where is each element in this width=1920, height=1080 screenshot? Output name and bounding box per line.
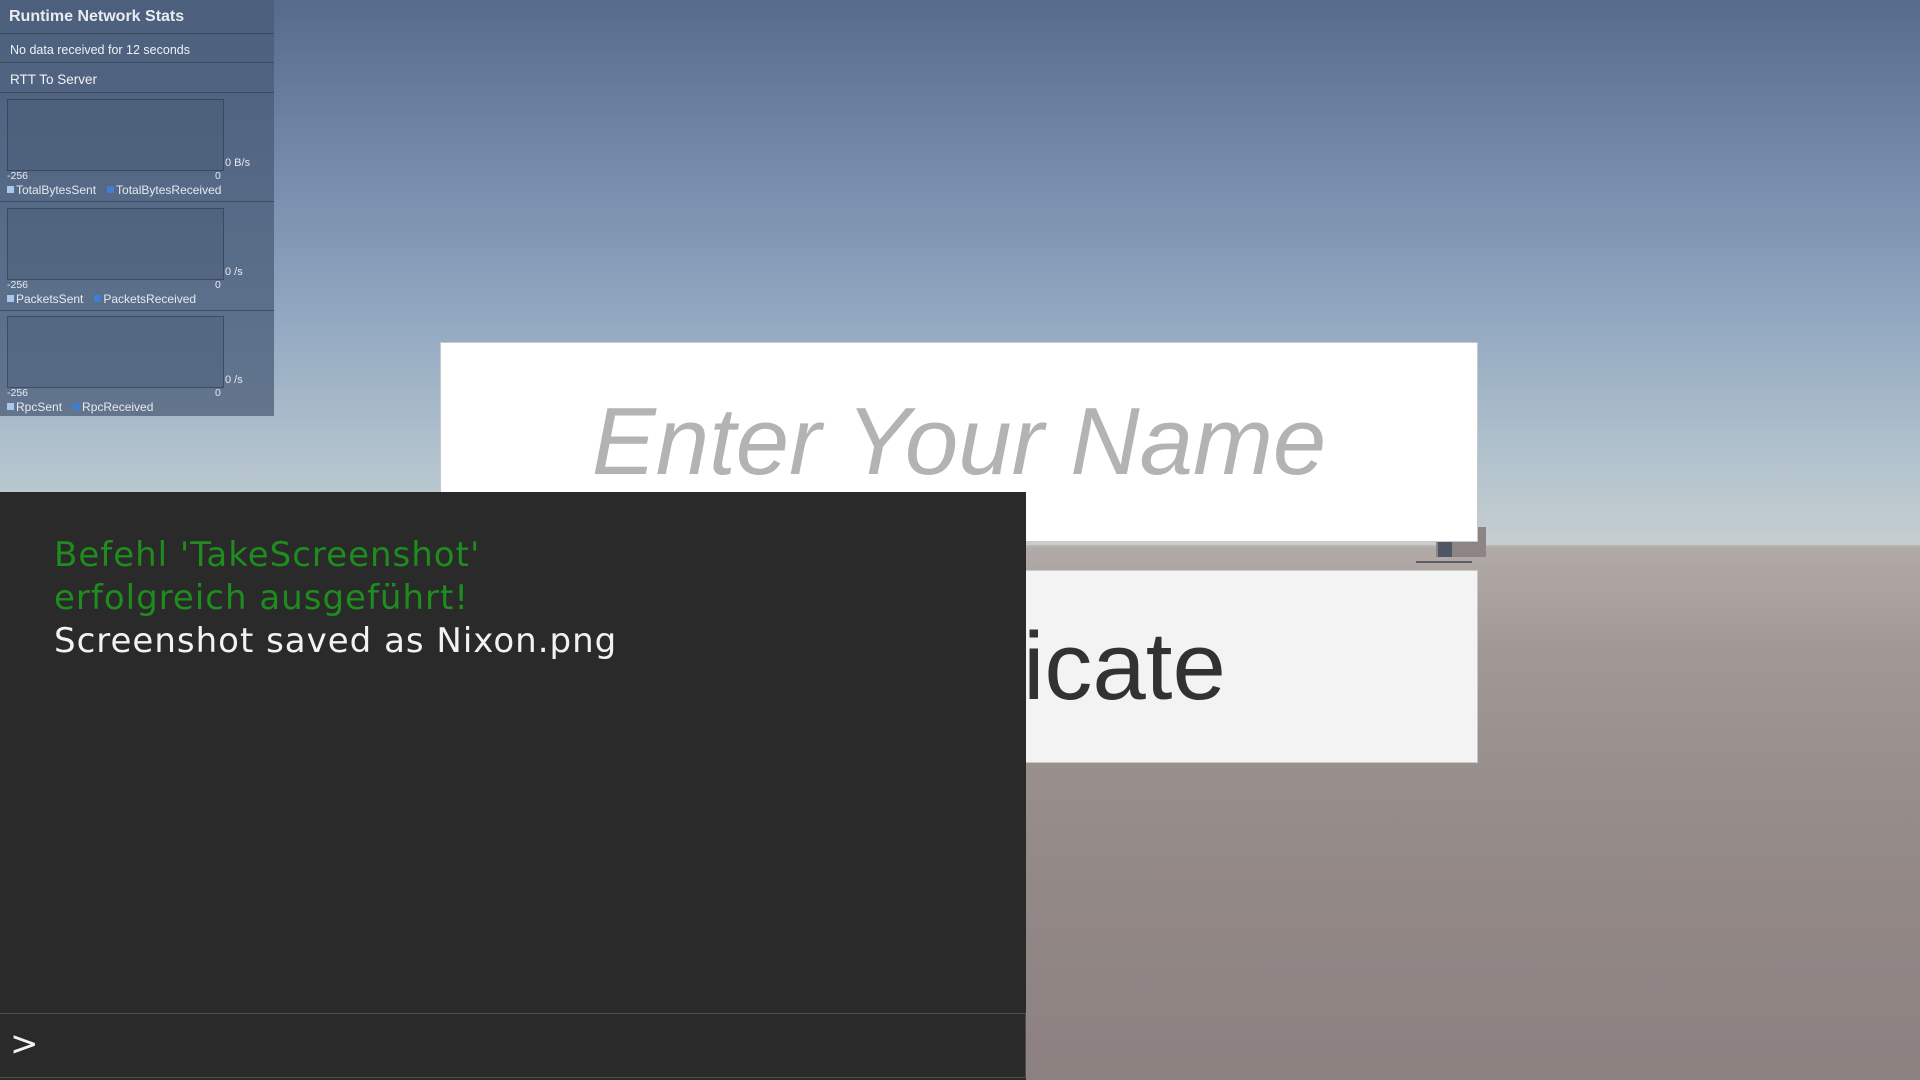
legend-item: TotalBytesReceived — [107, 183, 221, 197]
legend-swatch — [107, 186, 115, 193]
scene-object-shadow-side — [1438, 540, 1452, 557]
legend-label: RpcReceived — [82, 400, 154, 414]
legend-label: PacketsReceived — [103, 292, 197, 306]
rtt-label: RTT To Server — [10, 72, 98, 87]
bytes-graph — [7, 99, 224, 171]
bytes-graph-min-label: -256 — [7, 170, 29, 182]
divider — [0, 310, 274, 311]
legend-swatch — [7, 403, 14, 410]
console-line: Befehl 'TakeScreenshot' — [54, 535, 481, 575]
divider — [0, 33, 274, 34]
legend-swatch — [73, 403, 81, 410]
legend-item: RpcReceived — [73, 400, 153, 414]
legend-swatch — [94, 295, 102, 302]
rpc-graph-unit: 0 /s — [225, 374, 243, 386]
console-line: erfolgreich ausgeführt! — [54, 578, 469, 618]
legend-item: RpcSent — [7, 400, 62, 414]
bytes-graph-max-label: 0 — [215, 170, 221, 182]
packets-graph-max-label: 0 — [215, 279, 221, 291]
stats-status-text: No data received for 12 seconds — [10, 43, 190, 57]
scene-object-shadow — [1416, 561, 1472, 563]
legend-label: TotalBytesReceived — [116, 183, 222, 197]
console-input[interactable] — [50, 1022, 1014, 1070]
console-line: Screenshot saved as Nixon.png — [54, 621, 618, 661]
divider — [0, 62, 274, 63]
packets-graph — [7, 208, 224, 280]
console-input-bar: > — [0, 1013, 1026, 1078]
legend-label: TotalBytesSent — [16, 183, 97, 197]
rpc-graph-max-label: 0 — [215, 387, 221, 399]
packets-graph-legend: PacketsSent PacketsReceived — [7, 292, 207, 306]
console-output: Befehl 'TakeScreenshot' erfolgreich ausg… — [54, 534, 994, 663]
console-prompt: > — [10, 1024, 39, 1064]
stats-panel-title: Runtime Network Stats — [9, 8, 185, 25]
bytes-graph-unit: 0 B/s — [225, 157, 251, 169]
bytes-graph-legend: TotalBytesSent TotalBytesReceived — [7, 183, 232, 197]
rpc-graph — [7, 316, 224, 388]
divider — [0, 92, 274, 93]
packets-graph-unit: 0 /s — [225, 266, 243, 278]
legend-item: PacketsReceived — [94, 292, 196, 306]
legend-label: RpcSent — [16, 400, 63, 414]
legend-label: PacketsSent — [16, 292, 84, 306]
console-panel: Befehl 'TakeScreenshot' erfolgreich ausg… — [0, 492, 1026, 1080]
packets-graph-min-label: -256 — [7, 279, 29, 291]
divider — [0, 201, 274, 202]
legend-item: TotalBytesSent — [7, 183, 96, 197]
game-scene: Runtime Network Stats No data received f… — [0, 0, 1920, 1080]
legend-swatch — [7, 186, 14, 193]
network-stats-panel: Runtime Network Stats No data received f… — [0, 0, 274, 416]
rpc-graph-legend: RpcSent RpcReceived — [7, 400, 164, 414]
rpc-graph-min-label: -256 — [7, 387, 29, 399]
legend-swatch — [7, 295, 14, 302]
legend-item: PacketsSent — [7, 292, 83, 306]
